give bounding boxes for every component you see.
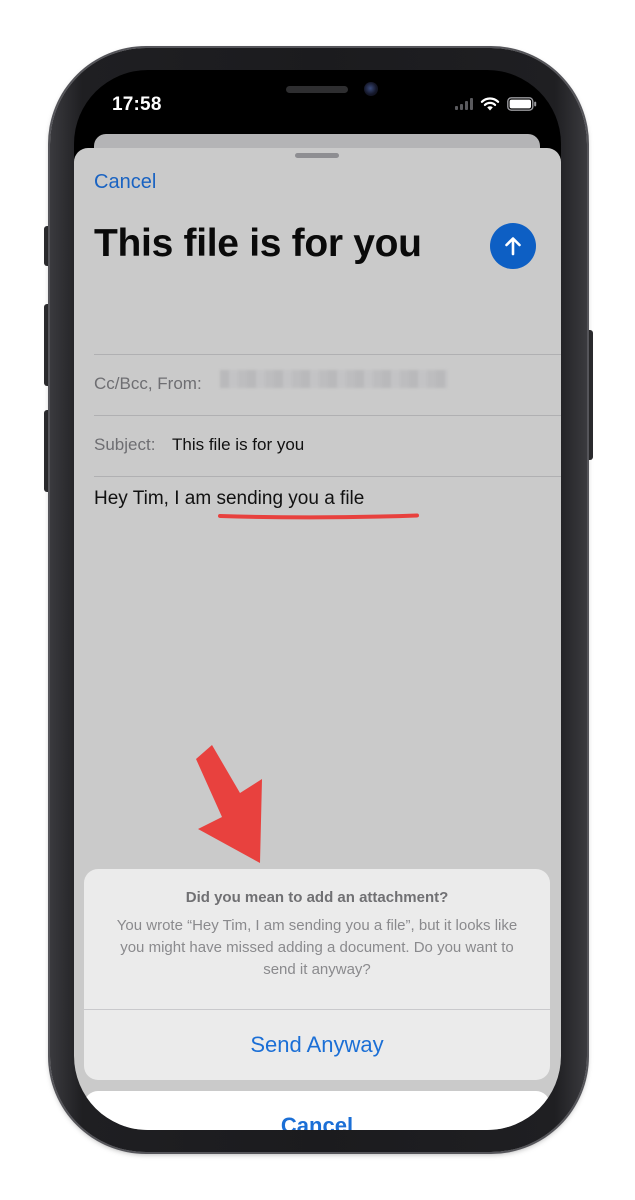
red-arrow-annotation <box>196 745 262 863</box>
sheet-grabber[interactable] <box>295 153 339 158</box>
earpiece-speaker <box>286 86 348 93</box>
device-screenshot: 17:58 Cancel This file is for you Cc/Bcc… <box>0 0 635 1200</box>
compose-sheet: Cancel This file is for you Cc/Bcc, From… <box>74 148 561 1130</box>
compose-title: This file is for you <box>94 222 422 265</box>
send-button[interactable] <box>490 223 536 269</box>
phone-screen: 17:58 Cancel This file is for you Cc/Bcc… <box>74 70 561 1130</box>
field-divider <box>94 476 561 477</box>
cellular-signal-icon <box>455 98 473 110</box>
wifi-icon <box>480 97 500 111</box>
red-underline-annotation <box>218 513 419 520</box>
redacted-sender-address <box>220 370 448 388</box>
body-text-highlight: sending you a file <box>216 488 365 509</box>
status-icons <box>455 97 537 111</box>
send-anyway-button[interactable]: Send Anyway <box>84 1010 550 1080</box>
subject-field[interactable]: This file is for you <box>172 435 304 455</box>
field-divider <box>94 354 561 355</box>
status-time: 17:58 <box>112 94 162 115</box>
subject-label: Subject: <box>94 435 156 454</box>
cancel-alert-button[interactable]: Cancel <box>84 1091 550 1130</box>
message-body[interactable]: Hey Tim, I am sending you a file <box>94 488 364 510</box>
cc-bcc-from-field[interactable]: Cc/Bcc, From: <box>94 374 202 394</box>
cancel-compose-button[interactable]: Cancel <box>94 171 156 194</box>
alert-title: Did you mean to add an attachment? <box>185 889 449 906</box>
field-divider <box>94 415 561 416</box>
body-text-prefix: Hey Tim, I am <box>94 488 217 509</box>
arrow-up-icon <box>505 237 521 256</box>
alert-message: You wrote “Hey Tim, I am sending you a f… <box>116 917 518 978</box>
attachment-alert: Did you mean to add an attachment? You w… <box>84 869 550 1080</box>
battery-icon <box>507 97 537 111</box>
front-camera <box>364 82 378 96</box>
